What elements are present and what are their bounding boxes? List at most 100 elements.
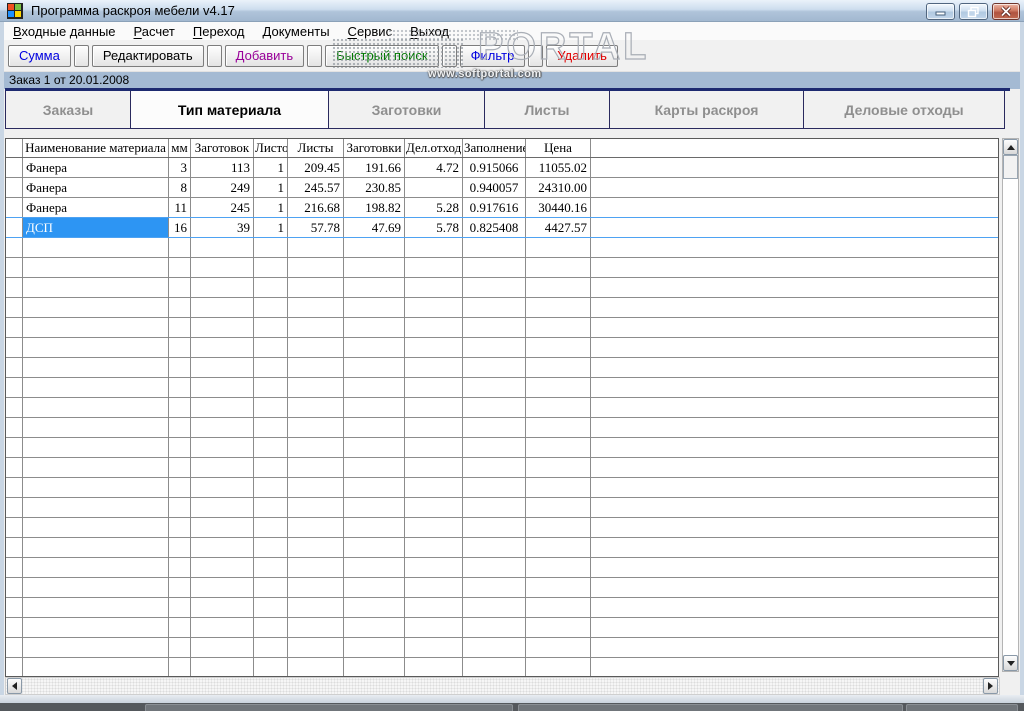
table-cell[interactable] [405, 258, 463, 277]
table-row[interactable]: Фанера 11 245 1 216.68 198.82 5.28 0.917616 3044… [6, 198, 998, 218]
table-cell[interactable] [23, 378, 169, 397]
table-row[interactable]: Фанера 3 113 1 209.45 191.66 4.72 0.915066 11055… [6, 158, 998, 178]
table-cell[interactable] [191, 638, 254, 657]
table-cell[interactable] [254, 298, 288, 317]
table-cell[interactable] [6, 458, 23, 477]
table-cell[interactable] [23, 618, 169, 637]
table-cell[interactable] [191, 338, 254, 357]
table-cell[interactable] [463, 318, 526, 337]
table-cell[interactable] [191, 298, 254, 317]
table-cell[interactable] [526, 518, 591, 537]
table-cell[interactable] [526, 418, 591, 437]
table-cell[interactable] [191, 578, 254, 597]
table-cell[interactable] [169, 538, 191, 557]
table-cell[interactable] [254, 338, 288, 357]
scroll-left-button[interactable] [7, 678, 22, 694]
table-row[interactable] [6, 338, 998, 358]
table-cell[interactable] [23, 638, 169, 657]
table-cell[interactable] [288, 298, 344, 317]
table-cell[interactable] [254, 398, 288, 417]
table-cell[interactable] [288, 338, 344, 357]
table-cell[interactable]: 191.66 [344, 158, 405, 177]
table-cell[interactable] [288, 618, 344, 637]
table-cell[interactable] [405, 398, 463, 417]
table-cell[interactable] [463, 418, 526, 437]
table-row[interactable] [6, 398, 998, 418]
table-cell[interactable] [344, 298, 405, 317]
table-cell[interactable]: 11055.02 [526, 158, 591, 177]
tab-6[interactable]: Деловые отходы [803, 91, 1005, 129]
table-row[interactable] [6, 418, 998, 438]
table-cell[interactable] [344, 278, 405, 297]
table-cell[interactable] [344, 238, 405, 257]
table-cell[interactable] [6, 318, 23, 337]
table-cell[interactable] [6, 638, 23, 657]
table-row[interactable] [6, 378, 998, 398]
table-cell[interactable] [463, 538, 526, 557]
table-cell[interactable] [405, 518, 463, 537]
table-cell[interactable]: 24310.00 [526, 178, 591, 197]
table-cell[interactable] [169, 658, 191, 676]
table-cell[interactable] [169, 598, 191, 617]
table-cell[interactable] [288, 398, 344, 417]
table-cell[interactable] [463, 338, 526, 357]
table-filler-cell[interactable] [591, 558, 998, 577]
table-cell[interactable] [169, 378, 191, 397]
table-cell[interactable] [344, 318, 405, 337]
table-cell[interactable]: Фанера [23, 198, 169, 217]
menu-item-1[interactable]: Входные данные [4, 24, 125, 39]
table-cell[interactable]: 209.45 [288, 158, 344, 177]
table-cell[interactable] [23, 558, 169, 577]
table-cell[interactable] [405, 478, 463, 497]
table-cell[interactable] [526, 238, 591, 257]
table-cell[interactable]: 5.78 [405, 218, 463, 237]
table-cell[interactable] [254, 418, 288, 437]
table-cell[interactable] [254, 438, 288, 457]
table-cell[interactable] [463, 398, 526, 417]
toolbar-button-1[interactable]: Сумма [8, 44, 71, 67]
table-cell[interactable]: 16 [169, 218, 191, 237]
table-cell[interactable] [191, 438, 254, 457]
table-cell[interactable] [23, 598, 169, 617]
table-cell[interactable]: 249 [191, 178, 254, 197]
toolbar-spacer-button[interactable] [528, 44, 544, 67]
table-cell[interactable] [169, 358, 191, 377]
table-cell[interactable] [23, 438, 169, 457]
table-cell[interactable] [6, 338, 23, 357]
table-cell[interactable]: 245.57 [288, 178, 344, 197]
table-cell[interactable] [405, 318, 463, 337]
table-cell[interactable] [526, 498, 591, 517]
menu-item-2[interactable]: Расчет [125, 24, 184, 39]
table-cell[interactable] [191, 238, 254, 257]
vertical-scrollbar-thumb[interactable] [1003, 155, 1018, 179]
table-cell[interactable] [405, 498, 463, 517]
table-row[interactable] [6, 538, 998, 558]
table-cell[interactable] [254, 258, 288, 277]
table-cell[interactable] [526, 338, 591, 357]
table-cell[interactable] [6, 618, 23, 637]
table-cell[interactable] [169, 618, 191, 637]
table-filler-cell[interactable] [591, 298, 998, 317]
table-row[interactable] [6, 318, 998, 338]
table-cell[interactable] [344, 418, 405, 437]
table-cell[interactable] [6, 658, 23, 676]
table-cell[interactable] [254, 638, 288, 657]
table-filler-cell[interactable] [591, 418, 998, 437]
table-cell[interactable] [344, 538, 405, 557]
table-cell[interactable]: 245 [191, 198, 254, 217]
vertical-scrollbar[interactable] [1002, 138, 1019, 672]
table-cell[interactable] [169, 438, 191, 457]
table-cell[interactable] [169, 498, 191, 517]
table-cell[interactable] [191, 358, 254, 377]
toolbar-button-3[interactable]: Добавить [224, 44, 305, 67]
table-cell[interactable] [526, 598, 591, 617]
table-cell[interactable] [254, 318, 288, 337]
table-cell[interactable] [526, 558, 591, 577]
table-cell[interactable] [6, 298, 23, 317]
table-cell[interactable] [254, 578, 288, 597]
table-row[interactable] [6, 458, 998, 478]
table-cell[interactable] [288, 278, 344, 297]
table-cell[interactable] [405, 358, 463, 377]
table-row[interactable] [6, 558, 998, 578]
table-cell[interactable] [23, 338, 169, 357]
